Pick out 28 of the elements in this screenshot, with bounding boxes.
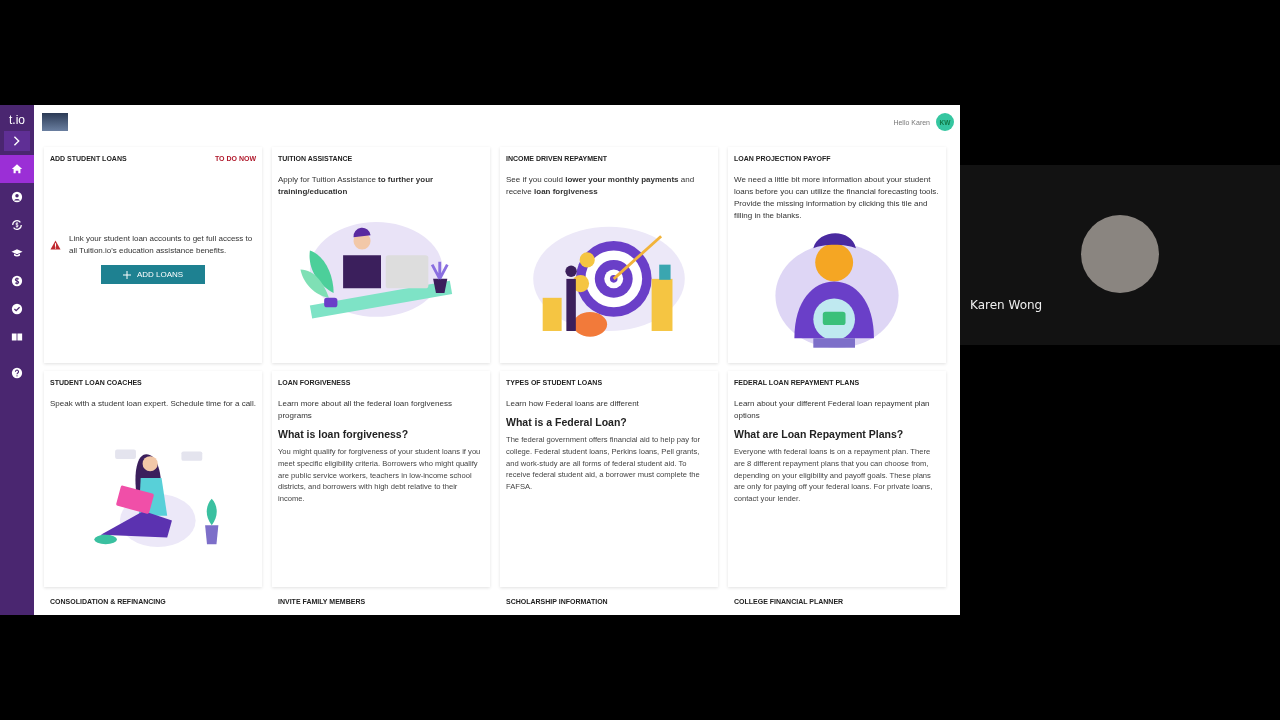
- user-icon: [11, 191, 23, 203]
- card-description: Learn more about all the federal loan forgiveness programs: [278, 398, 453, 422]
- check-icon: [11, 303, 23, 315]
- card[interactable]: [728, 147, 946, 363]
- home-icon: [11, 163, 23, 175]
- logo-image: [42, 113, 68, 131]
- nav-item[interactable]: [4, 131, 30, 151]
- cycle-dollar-icon: [11, 219, 23, 231]
- card-description: See if you could lower your monthly payments and receive loan forgiveness: [506, 174, 696, 198]
- plus-icon: [122, 270, 131, 279]
- participant-name: Karen Wong: [969, 297, 1044, 312]
- help-icon: [11, 367, 23, 379]
- graduation-cap-icon: [11, 247, 23, 259]
- card-description: Learn about your different Federal loan repayment plan options: [734, 398, 931, 422]
- article-heading: What is a Federal Loan?: [506, 416, 628, 428]
- card-description: Apply for Tuition Assistance to further your training/education: [278, 174, 435, 198]
- nav-item[interactable]: [0, 155, 34, 183]
- card-description: We need a little bit more information about your student loans before you can utilize the financial forecasting tools. Provide the missing information by clicking this tile and filling in the blanks.: [734, 174, 940, 222]
- card-description: Learn how Federal loans are different: [506, 398, 640, 410]
- logo[interactable]: t.io: [0, 105, 34, 131]
- warning-icon: [50, 240, 61, 250]
- article-heading: What is loan forgiveness?: [278, 428, 410, 440]
- article-heading: What are Loan Repayment Plans?: [734, 428, 905, 440]
- add-loans-button[interactable]: ADD LOANS: [100, 265, 206, 284]
- card-description: Speak with a student loan expert. Schedule time for a call.: [50, 398, 256, 410]
- book-icon: [11, 331, 23, 343]
- message-text: Link your student loan accounts to get full access to all Tuition.io's education assistance benefits.: [69, 233, 254, 257]
- dollar-icon: [11, 275, 23, 287]
